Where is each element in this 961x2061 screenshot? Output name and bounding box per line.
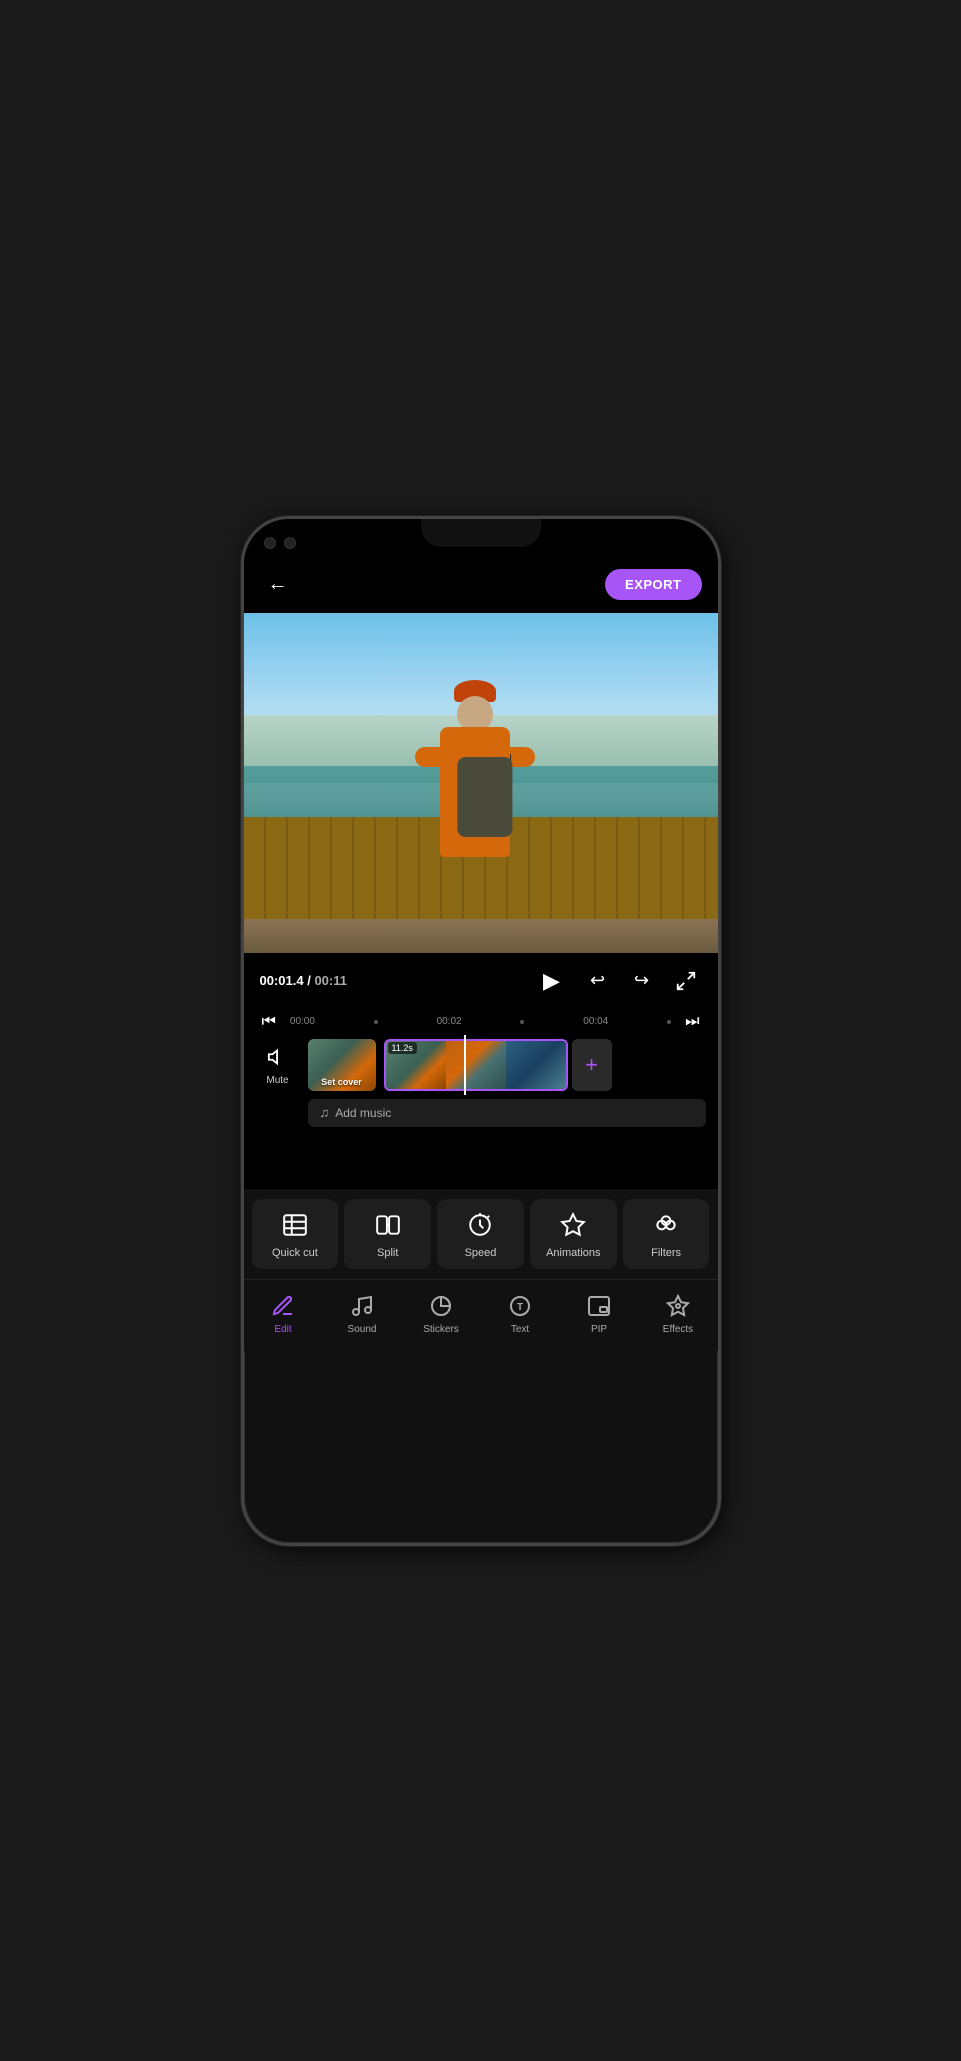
nav-item-stickers[interactable]: Stickers [402, 1288, 481, 1339]
edit-icon [269, 1292, 297, 1320]
skip-forward-button[interactable]: ⏭ [679, 1013, 705, 1031]
timeline-area: ⏮ 00:00 00:02 00:04 ⏭ Mute [244, 1005, 718, 1139]
ruler-dot-3 [667, 1020, 671, 1024]
nav-item-effects[interactable]: Effects [639, 1288, 718, 1339]
video-preview [244, 613, 718, 953]
undo-button[interactable]: ↩ [582, 965, 614, 997]
export-button[interactable]: EXPORT [605, 569, 701, 600]
controls-bar: 00:01.4 / 00:11 ▶ ↩ ↪ [244, 953, 718, 1005]
quick-cut-label: Quick cut [272, 1247, 318, 1259]
nav-item-sound[interactable]: Sound [323, 1288, 402, 1339]
nav-label-sound: Sound [348, 1324, 377, 1335]
mute-label: Mute [266, 1075, 288, 1086]
add-music-label: Add music [335, 1106, 391, 1120]
timeline-ruler: ⏮ 00:00 00:02 00:04 ⏭ [244, 1009, 718, 1035]
status-bar [244, 519, 718, 559]
clip-duration-badge: 11.2s [388, 1042, 417, 1054]
mute-icon [264, 1043, 292, 1071]
music-note-icon: ♫ [320, 1105, 330, 1120]
sound-icon [348, 1292, 376, 1320]
mute-button-area[interactable]: Mute [256, 1043, 300, 1086]
filters-icon [650, 1209, 682, 1241]
set-cover-thumbnail[interactable]: Set cover [308, 1039, 376, 1091]
speed-icon [464, 1209, 496, 1241]
redo-button[interactable]: ↪ [626, 965, 658, 997]
video-clips-wrapper: 11.2s + [384, 1039, 706, 1091]
ruler-marks: 00:00 00:02 00:04 [282, 1016, 679, 1027]
filters-label: Filters [651, 1247, 681, 1259]
nav-item-edit[interactable]: Edit [244, 1288, 323, 1339]
camera-dot-1 [264, 537, 276, 549]
bottom-nav: Edit Sound Stickers [244, 1279, 718, 1351]
person-figure [415, 657, 535, 857]
animations-button[interactable]: Animations [530, 1199, 617, 1269]
back-button[interactable]: ← [260, 567, 296, 603]
add-music-track[interactable]: ♫ Add music [308, 1099, 706, 1127]
animations-icon [557, 1209, 589, 1241]
filters-button[interactable]: Filters [623, 1199, 710, 1269]
ruler-mark-0: 00:00 [290, 1016, 315, 1027]
time-current: 00:01.4 [260, 973, 304, 988]
clip-frame-2 [446, 1041, 506, 1089]
nav-item-pip[interactable]: PIP [560, 1288, 639, 1339]
split-button[interactable]: Split [344, 1199, 431, 1269]
speed-label: Speed [465, 1247, 497, 1259]
stickers-icon [427, 1292, 455, 1320]
video-scene [244, 613, 718, 953]
clip-frame-3 [506, 1041, 566, 1089]
nav-item-text[interactable]: T Text [481, 1288, 560, 1339]
text-icon: T [506, 1292, 534, 1320]
svg-text:T: T [517, 1302, 523, 1313]
set-cover-label: Set cover [321, 1077, 362, 1087]
add-clip-button[interactable]: + [572, 1039, 612, 1091]
top-bar: ← EXPORT [244, 559, 718, 613]
effects-icon [664, 1292, 692, 1320]
phone-frame: ← EXPORT 00:01.4 / 00:11 [241, 516, 721, 1546]
ruler-dot-2 [520, 1020, 524, 1024]
nav-label-stickers: Stickers [423, 1324, 459, 1335]
nav-label-effects: Effects [663, 1324, 693, 1335]
ruler-dot-1 [374, 1020, 378, 1024]
nav-label-text: Text [511, 1324, 529, 1335]
quick-cut-button[interactable]: Quick cut [252, 1199, 339, 1269]
camera-dot-2 [284, 537, 296, 549]
nav-label-pip: PIP [591, 1324, 607, 1335]
nav-label-edit: Edit [274, 1324, 291, 1335]
clip-strip[interactable]: Mute Set cover 11.2s + [244, 1035, 718, 1095]
time-total: 00:11 [314, 973, 347, 988]
playhead [464, 1035, 466, 1095]
quick-cut-icon [279, 1209, 311, 1241]
spacer [244, 1139, 718, 1189]
speed-button[interactable]: Speed [437, 1199, 524, 1269]
ruler-mark-1: 00:02 [437, 1016, 462, 1027]
pip-icon [585, 1292, 613, 1320]
time-display: 00:01.4 / 00:11 [260, 973, 522, 988]
time-sep: / [304, 973, 315, 988]
fullscreen-button[interactable] [670, 965, 702, 997]
ruler-mark-2: 00:04 [583, 1016, 608, 1027]
play-button[interactable]: ▶ [534, 963, 570, 999]
skip-back-button[interactable]: ⏮ [256, 1013, 282, 1031]
split-label: Split [377, 1247, 398, 1259]
animations-label: Animations [546, 1247, 600, 1259]
person-backpack [457, 757, 512, 837]
split-icon [372, 1209, 404, 1241]
camera-area [264, 537, 296, 549]
edit-tools: Quick cut Split S [244, 1189, 718, 1279]
